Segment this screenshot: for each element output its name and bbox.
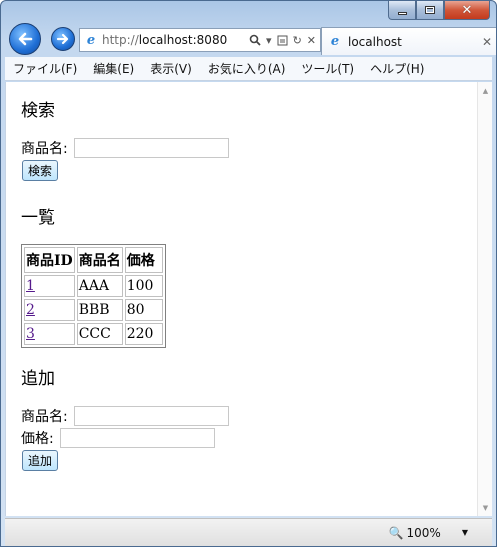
item-link-3[interactable]: 3 [26, 326, 35, 342]
menu-view[interactable]: 表示(V) [150, 60, 192, 77]
zoom-level: 100% [406, 525, 441, 540]
item-link-2[interactable]: 2 [26, 302, 35, 318]
address-actions: ▾ ↻ ✕ [249, 34, 316, 47]
cell-price: 220 [124, 323, 163, 345]
add-heading: 追加 [21, 369, 55, 389]
add-price-label: 価格: [21, 431, 54, 447]
address-scheme: http:// [102, 33, 139, 47]
search-name-input[interactable] [73, 138, 229, 158]
column-header-name: 商品名 [76, 247, 123, 273]
table-row: 1 AAA 100 [24, 275, 163, 297]
close-icon: ✕ [461, 2, 473, 18]
page-content: 検索 商品名: 検索 一覧 商品ID 商品名 価格 1 AAA 100 2 BB… [5, 82, 492, 516]
address-text[interactable]: http://localhost:8080 [102, 33, 249, 47]
add-button[interactable]: 追加 [22, 450, 59, 471]
maximize-button[interactable] [416, 1, 444, 20]
add-name-input[interactable] [73, 406, 229, 426]
refresh-icon[interactable]: ↻ [293, 34, 302, 47]
maximize-icon [425, 6, 435, 14]
ie-page-icon: e [86, 32, 96, 48]
back-arrow-icon [18, 32, 33, 46]
list-heading: 一覧 [21, 208, 55, 228]
cell-id: 2 [24, 299, 75, 321]
vertical-scrollbar[interactable]: ▲ ▼ [477, 82, 492, 516]
table-header-row: 商品ID 商品名 価格 [24, 247, 163, 273]
zoom-magnifier-icon: 🔍 [388, 525, 404, 540]
scroll-up-arrow-icon[interactable]: ▲ [478, 82, 493, 99]
add-price-input[interactable] [59, 428, 215, 448]
cell-id: 3 [24, 323, 75, 345]
items-table: 商品ID 商品名 価格 1 AAA 100 2 BBB 80 3 CCC 220 [21, 244, 166, 348]
add-price-row: 価格: [21, 427, 492, 449]
menu-favorites[interactable]: お気に入り(A) [208, 60, 286, 77]
cell-name: BBB [76, 299, 123, 321]
close-window-button[interactable]: ✕ [444, 1, 490, 20]
ie-tab-icon: e [330, 34, 340, 49]
menu-edit[interactable]: 編集(E) [93, 60, 134, 77]
item-link-1[interactable]: 1 [26, 278, 35, 294]
search-icon[interactable] [249, 34, 261, 46]
dropdown-chevron-icon[interactable]: ▾ [266, 34, 272, 47]
search-name-label: 商品名: [21, 141, 68, 157]
cell-id: 1 [24, 275, 75, 297]
table-row: 3 CCC 220 [24, 323, 163, 345]
table-row: 2 BBB 80 [24, 299, 163, 321]
minimize-button[interactable] [388, 1, 416, 20]
scroll-down-arrow-icon[interactable]: ▼ [478, 499, 493, 516]
cell-price: 80 [124, 299, 163, 321]
tab-localhost[interactable]: e localhost ✕ [321, 27, 496, 55]
column-header-id: 商品ID [24, 247, 75, 273]
tab-label: localhost [348, 34, 402, 49]
menu-file[interactable]: ファイル(F) [13, 60, 77, 77]
window-controls: ✕ [388, 1, 490, 20]
zoom-dropdown-icon[interactable]: ▼ [462, 528, 468, 537]
status-bar: 🔍 100% ▼ [5, 518, 492, 546]
zoom-control[interactable]: 🔍 100% ▼ [389, 526, 468, 540]
forward-arrow-icon [56, 33, 69, 45]
search-heading: 検索 [21, 101, 55, 121]
address-host: localhost:8080 [138, 33, 228, 47]
cell-name: AAA [76, 275, 123, 297]
menu-tools[interactable]: ツール(T) [301, 60, 354, 77]
search-button[interactable]: 検索 [22, 160, 59, 181]
cell-name: CCC [76, 323, 123, 345]
cell-price: 100 [124, 275, 163, 297]
add-name-label: 商品名: [21, 409, 68, 425]
compatibility-view-icon[interactable] [277, 35, 288, 46]
stop-icon[interactable]: ✕ [307, 34, 316, 47]
column-header-price: 価格 [124, 247, 163, 273]
browser-window: ✕ e http://localhost:8080 ▾ ↻ ✕ e localh… [0, 0, 497, 547]
forward-button[interactable] [51, 27, 75, 51]
back-button[interactable] [9, 23, 41, 55]
minimize-icon [397, 11, 407, 15]
address-bar[interactable]: e http://localhost:8080 ▾ ↻ ✕ [79, 28, 321, 52]
search-form-row: 商品名: [21, 137, 492, 159]
menu-bar: ファイル(F) 編集(E) 表示(V) お気に入り(A) ツール(T) ヘルプ(… [5, 57, 492, 81]
navigation-bar: e http://localhost:8080 ▾ ↻ ✕ e localhos… [9, 23, 496, 55]
tab-close-icon[interactable]: ✕ [482, 35, 492, 49]
menu-help[interactable]: ヘルプ(H) [370, 60, 424, 77]
add-name-row: 商品名: [21, 405, 492, 427]
